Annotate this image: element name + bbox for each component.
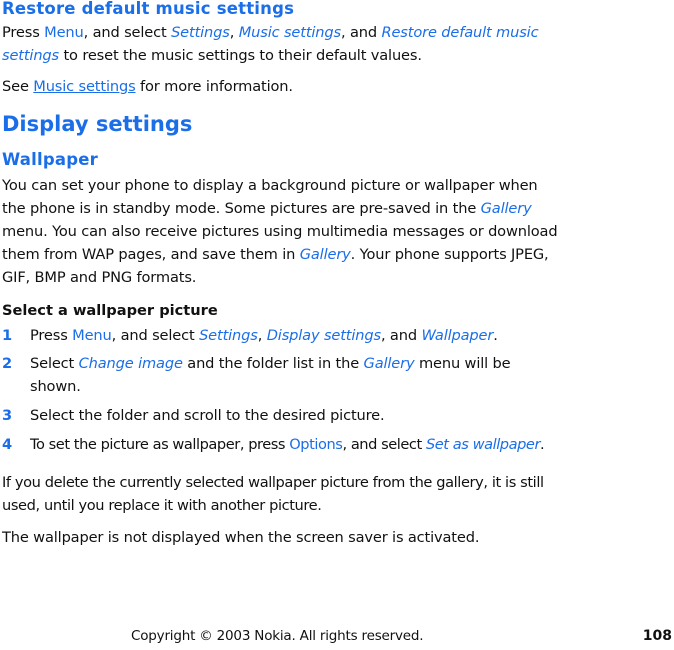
- text: the phone is in standby mode. Some pictu…: [2, 200, 481, 217]
- step-3: 3 Select the folder and scroll to the de…: [2, 404, 574, 427]
- subsection-heading-wallpaper: Wallpaper: [2, 150, 98, 169]
- page-number: 108: [642, 628, 672, 644]
- music-settings-link[interactable]: Music settings: [33, 78, 135, 95]
- menu-path-restore-default-cont: settings: [2, 47, 59, 64]
- text: and the folder list in the: [182, 355, 364, 372]
- text: menu. You can also receive pictures usin…: [2, 223, 558, 240]
- step-2: 2 Select Change image and the folder lis…: [2, 352, 574, 398]
- steps-list: 1 Press Menu, and select Settings, Displ…: [2, 324, 574, 456]
- text: See: [2, 78, 34, 95]
- text: , and: [380, 327, 422, 344]
- restore-paragraph: Press Menu, and select Settings, Music s…: [2, 21, 572, 67]
- text: ,: [257, 327, 267, 344]
- step-1: 1 Press Menu, and select Settings, Displ…: [2, 324, 574, 347]
- menu-path-gallery: Gallery: [299, 246, 351, 263]
- text: , and: [340, 24, 382, 41]
- text: .: [493, 327, 498, 344]
- text: , and select: [83, 24, 172, 41]
- text: GIF, BMP and PNG formats.: [2, 269, 197, 286]
- menu-path-gallery: Gallery: [363, 355, 415, 372]
- step-text: Select the folder and scroll to the desi…: [30, 407, 385, 424]
- step-number: 4: [2, 436, 13, 453]
- restore-section: Restore default music settings: [2, 0, 294, 18]
- text: .: [540, 436, 545, 453]
- section-heading-display-settings: Display settings: [2, 112, 193, 136]
- step-number: 1: [2, 327, 13, 344]
- menu-key: Menu: [44, 24, 84, 41]
- note-screen-saver: The wallpaper is not displayed when the …: [2, 526, 574, 549]
- see-also-paragraph: See Music settings for more information.: [2, 75, 293, 98]
- text: , and select: [342, 436, 426, 453]
- menu-path-gallery: Gallery: [480, 200, 532, 217]
- wallpaper-heading-wrap: Wallpaper: [2, 151, 98, 169]
- text: To set the picture as wallpaper, press: [30, 436, 290, 453]
- text: used, until you replace it with another …: [2, 497, 322, 514]
- select-wallpaper-subheading-wrap: Select a wallpaper picture: [2, 299, 218, 322]
- text: Press: [2, 24, 45, 41]
- menu-path-settings: Settings: [199, 327, 258, 344]
- menu-path-music-settings: Music settings: [238, 24, 341, 41]
- text: to reset the music settings to their def…: [59, 47, 422, 64]
- subheading-select-wallpaper: Select a wallpaper picture: [2, 302, 218, 319]
- menu-path-set-as-wallpaper: Set as wallpaper: [425, 436, 540, 453]
- text: Select: [30, 355, 79, 372]
- text: , and select: [111, 327, 200, 344]
- text: for more information.: [135, 78, 293, 95]
- text: ,: [229, 24, 239, 41]
- section-heading-restore: Restore default music settings: [2, 0, 295, 18]
- text: Press: [30, 327, 73, 344]
- step-number: 2: [2, 355, 13, 372]
- text: shown.: [30, 378, 81, 395]
- menu-key: Menu: [72, 327, 112, 344]
- options-key: Options: [289, 436, 343, 453]
- menu-path-settings: Settings: [171, 24, 230, 41]
- display-settings-section: Display settings: [2, 112, 192, 136]
- menu-path-display-settings: Display settings: [266, 327, 381, 344]
- menu-path-change-image: Change image: [78, 355, 183, 372]
- wallpaper-intro-paragraph: You can set your phone to display a back…: [2, 174, 572, 289]
- text: You can set your phone to display a back…: [2, 177, 538, 194]
- menu-path-restore-default: Restore default music: [381, 24, 539, 41]
- text: menu will be: [414, 355, 511, 372]
- text: If you delete the currently selected wal…: [2, 474, 544, 491]
- note-delete-wallpaper: If you delete the currently selected wal…: [2, 471, 574, 517]
- menu-path-wallpaper: Wallpaper: [421, 327, 494, 344]
- text: them from WAP pages, and save them in: [2, 246, 300, 263]
- text: The wallpaper is not displayed when the …: [2, 529, 480, 546]
- step-number: 3: [2, 407, 13, 424]
- text: . Your phone supports JPEG,: [350, 246, 549, 263]
- step-4: 4 To set the picture as wallpaper, press…: [2, 433, 574, 456]
